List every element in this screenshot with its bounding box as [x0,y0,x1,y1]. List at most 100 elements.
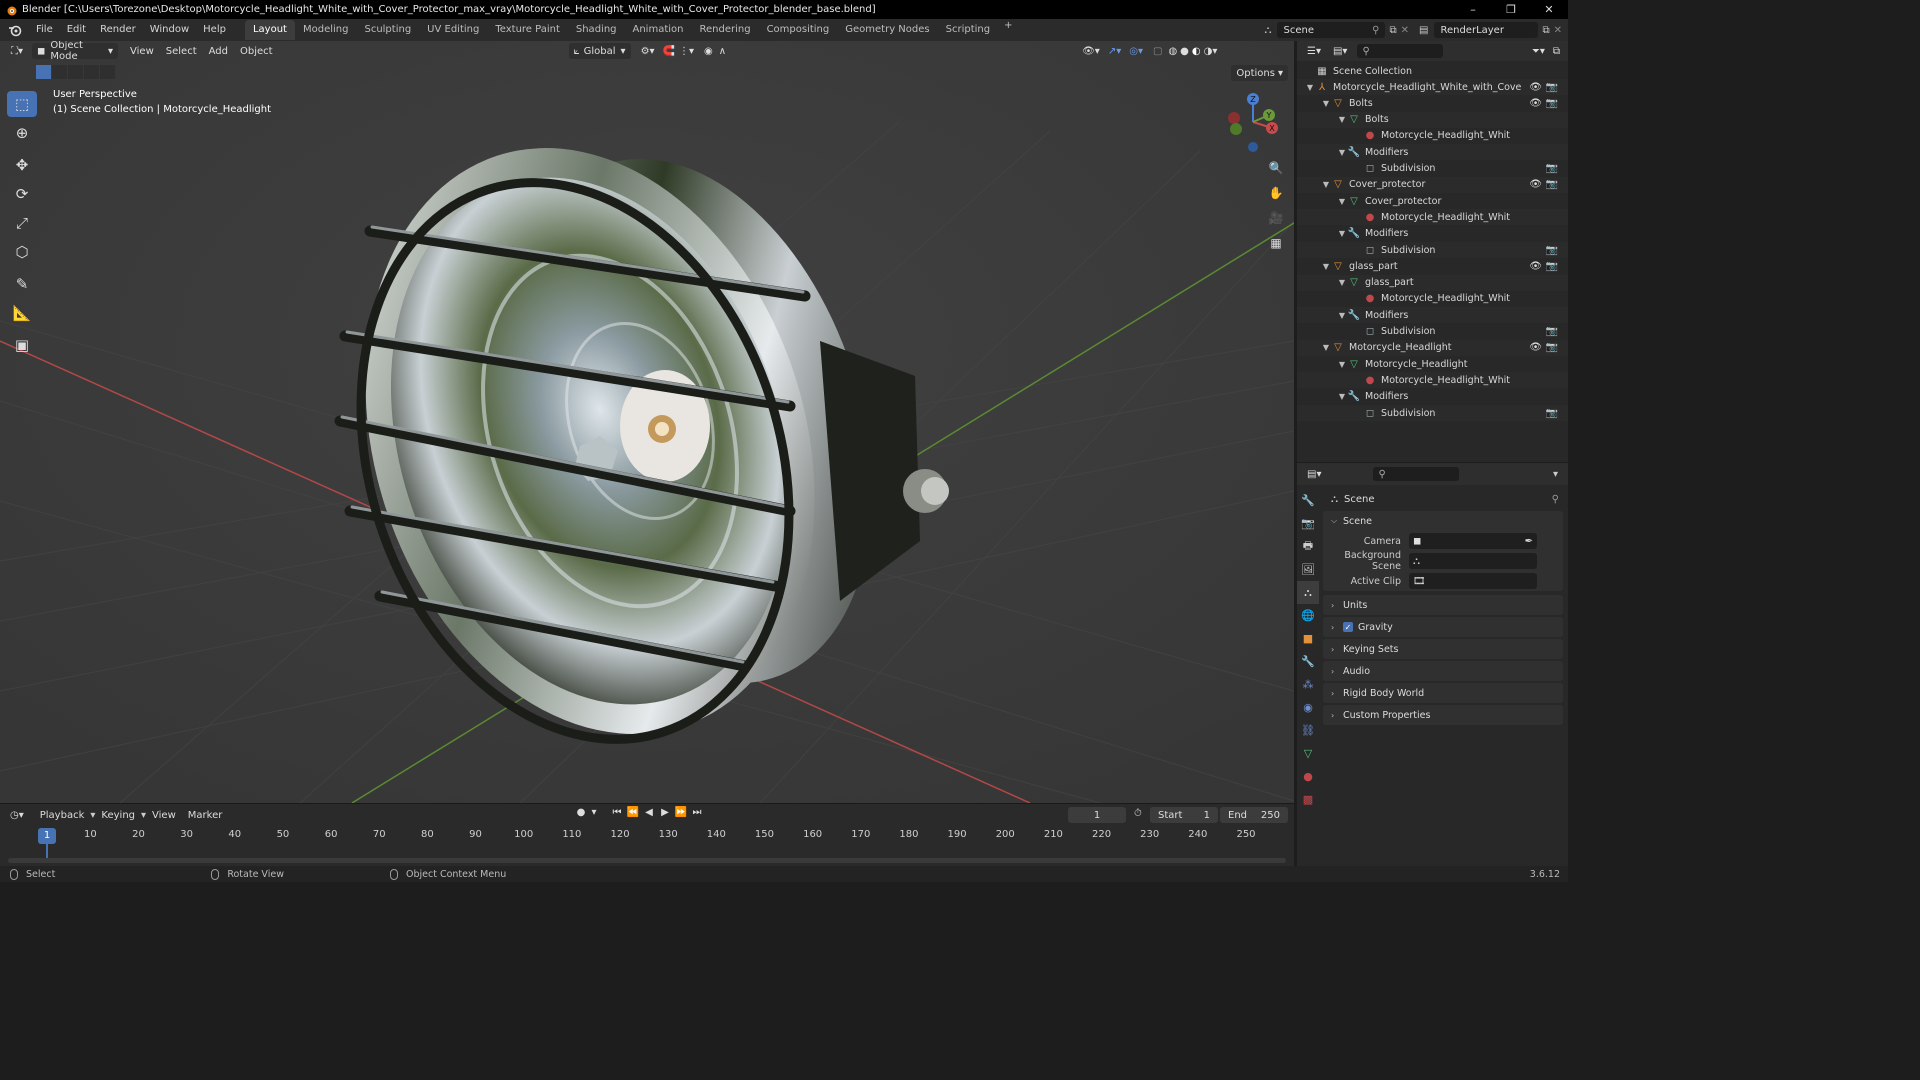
falloff-icon[interactable]: ∧ [719,46,726,57]
menu-edit[interactable]: Edit [60,19,93,41]
render-camera-icon[interactable]: 📷 [1546,342,1558,353]
outliner-row-modifiers[interactable]: ▼ 🔧 Modifiers [1297,144,1568,161]
scene-panel-header[interactable]: ⌵ Scene [1323,511,1563,531]
expand-arrow-icon[interactable]: ▼ [1337,148,1347,157]
tree-row-scene-collection[interactable]: ▦ Scene Collection [1297,63,1568,79]
outliner-row-object[interactable]: ▼ ▽ Motorcycle_Headlight 👁 📷 [1297,339,1568,356]
editor-type-button[interactable]: ⛶▾ [6,43,28,59]
view-layer-tab-icon[interactable]: 🖼 [1297,558,1319,581]
properties-editor[interactable]: ▤▾ ⚲ ▾ 🔧 📷 🖶 🖼 ⛬ 🌐 ■ 🔧 ⁂ ◉ ⛓ ▽ ● ▩ ⛬ Sce… [1297,463,1568,866]
timeline-editor-icon[interactable]: ◷▾ [10,810,24,821]
tab-uv-editing[interactable]: UV Editing [419,20,487,40]
expand-arrow-icon[interactable]: ▼ [1337,392,1347,401]
select-intersect-icon[interactable] [100,65,115,79]
render-tab-icon[interactable]: 📷 [1297,512,1319,535]
menu-select[interactable]: Select [160,46,203,57]
outliner-row-subdivision[interactable]: ◻ Subdivision 📷 [1297,405,1568,421]
expand-arrow-icon[interactable]: ▼ [1337,115,1347,124]
properties-search-input[interactable]: ⚲ [1373,467,1460,481]
outliner-row-material[interactable]: ● Motorcycle_Headlight_Whit [1297,128,1568,144]
outliner-row-object[interactable]: ▼ ▽ Cover_protector 👁 📷 [1297,176,1568,193]
transform-tool-icon[interactable]: ⬡ [7,239,37,265]
rigid-body-world-panel-header[interactable]: › Rigid Body World [1323,683,1563,703]
rotate-tool-icon[interactable]: ⟳ [7,181,37,207]
menu-add[interactable]: Add [203,46,234,57]
jump-start-icon[interactable]: ⏮ [609,807,625,818]
tab-modeling[interactable]: Modeling [295,20,357,40]
render-camera-icon[interactable]: 📷 [1546,408,1558,419]
tab-texture-paint[interactable]: Texture Paint [487,20,568,40]
cursor-tool-icon[interactable]: ⊕ [7,120,37,146]
outliner-row-subdivision[interactable]: ◻ Subdivision 📷 [1297,161,1568,177]
output-tab-icon[interactable]: 🖶 [1297,535,1319,558]
particles-tab-icon[interactable]: ⁂ [1297,673,1319,696]
menu-window[interactable]: Window [143,19,196,41]
outliner-row-modifiers[interactable]: ▼ 🔧 Modifiers [1297,389,1568,405]
proportional-edit-icon[interactable]: ◉ [704,46,713,57]
snap-icon[interactable]: 🧲 [663,46,675,57]
tab-sculpting[interactable]: Sculpting [356,20,419,40]
display-mode-icon[interactable]: ▤▾ [1333,46,1347,57]
maximize-button[interactable]: ❐ [1492,0,1530,19]
end-frame-field[interactable]: End 250 [1220,807,1288,823]
play-reverse-icon[interactable]: ◀ [641,807,657,818]
new-scene-icon[interactable]: ⧉ [1389,25,1396,36]
outliner-editor-icon[interactable]: ☰▾ [1307,46,1321,57]
snap-target-icon[interactable]: ⋮▾ [679,46,694,57]
zoom-icon[interactable]: 🔍 [1266,158,1286,178]
outliner-row-mesh[interactable]: ▼ ▽ glass_part [1297,274,1568,291]
expand-arrow-icon[interactable]: ▼ [1321,99,1331,108]
new-collection-icon[interactable]: ⧉ [1553,46,1560,57]
menu-render[interactable]: Render [93,19,143,41]
outliner-search-input[interactable]: ⚲ [1357,44,1444,58]
close-button[interactable]: ✕ [1530,0,1568,19]
stopwatch-icon[interactable]: ⏱ [1134,808,1142,819]
current-frame-field[interactable]: 1 [1068,807,1126,823]
expand-arrow-icon[interactable]: ▼ [1321,262,1331,271]
menu-keying[interactable]: Keying [95,810,141,821]
material-shading-icon[interactable]: ◐ [1192,46,1201,57]
tab-geometry-nodes[interactable]: Geometry Nodes [837,20,937,40]
expand-arrow-icon[interactable]: ▼ [1337,229,1347,238]
tab-compositing[interactable]: Compositing [759,20,838,40]
3d-viewport[interactable]: ⛶▾ ◼ Object Mode ▾ View Select Add Objec… [0,41,1294,803]
tab-scripting[interactable]: Scripting [938,20,998,40]
scene-selector[interactable]: Scene ⚲ [1277,22,1386,38]
start-frame-field[interactable]: Start 1 [1150,807,1218,823]
add-workspace-button[interactable]: + [998,20,1018,40]
pin-icon[interactable]: ⚲ [1372,25,1379,36]
background-scene-field[interactable]: ⛬ [1409,553,1537,569]
orientation-selector[interactable]: ⟀ Global ▾ [568,43,631,59]
custom-properties-panel[interactable]: › Custom Properties [1323,705,1563,725]
custom-properties-panel-header[interactable]: › Custom Properties [1323,705,1563,725]
eye-icon[interactable]: 👁 [1529,261,1542,272]
tab-shading[interactable]: Shading [568,20,625,40]
render-camera-icon[interactable]: 📷 [1546,82,1558,93]
expand-arrow-icon[interactable]: ▼ [1337,197,1347,206]
audio-panel-header[interactable]: › Audio [1323,661,1563,681]
render-camera-icon[interactable]: 📷 [1546,326,1558,337]
mode-selector[interactable]: ◼ Object Mode ▾ [32,41,119,62]
timeline-editor[interactable]: ◷▾ Playback ▾ Keying ▾ View Marker ● ▾ ⏮… [0,803,1294,866]
camera-view-icon[interactable]: 🎥 [1266,208,1286,228]
units-panel[interactable]: › Units [1323,595,1563,615]
options-button[interactable]: Options ▾ [1231,65,1288,81]
modifier-tab-icon[interactable]: 🔧 [1297,650,1319,673]
outliner-row-modifiers[interactable]: ▼ 🔧 Modifiers [1297,226,1568,242]
wireframe-shading-icon[interactable]: ◍ [1168,46,1177,57]
outliner-row-subdivision[interactable]: ◻ Subdivision 📷 [1297,324,1568,340]
annotate-tool-icon[interactable]: ✎ [7,271,37,297]
active-clip-field[interactable]: 🎞 [1409,573,1537,589]
select-extend-icon[interactable] [52,65,67,79]
tab-animation[interactable]: Animation [625,20,692,40]
visibility-icon[interactable]: 👁▾ [1082,46,1100,57]
expand-arrow-icon[interactable]: ▼ [1305,83,1315,92]
move-tool-icon[interactable]: ✥ [7,152,37,178]
timeline-ruler[interactable]: 1102030405060708090100110120130140150160… [0,826,1294,846]
pin-icon[interactable]: ⚲ [1552,494,1559,505]
eyedropper-icon[interactable]: ✒ [1525,536,1533,547]
keying-sets-panel[interactable]: › Keying Sets [1323,639,1563,659]
blender-logo-icon[interactable] [8,23,22,37]
playhead-frame[interactable]: 1 [38,828,56,844]
tool-tab-icon[interactable]: 🔧 [1297,489,1319,512]
